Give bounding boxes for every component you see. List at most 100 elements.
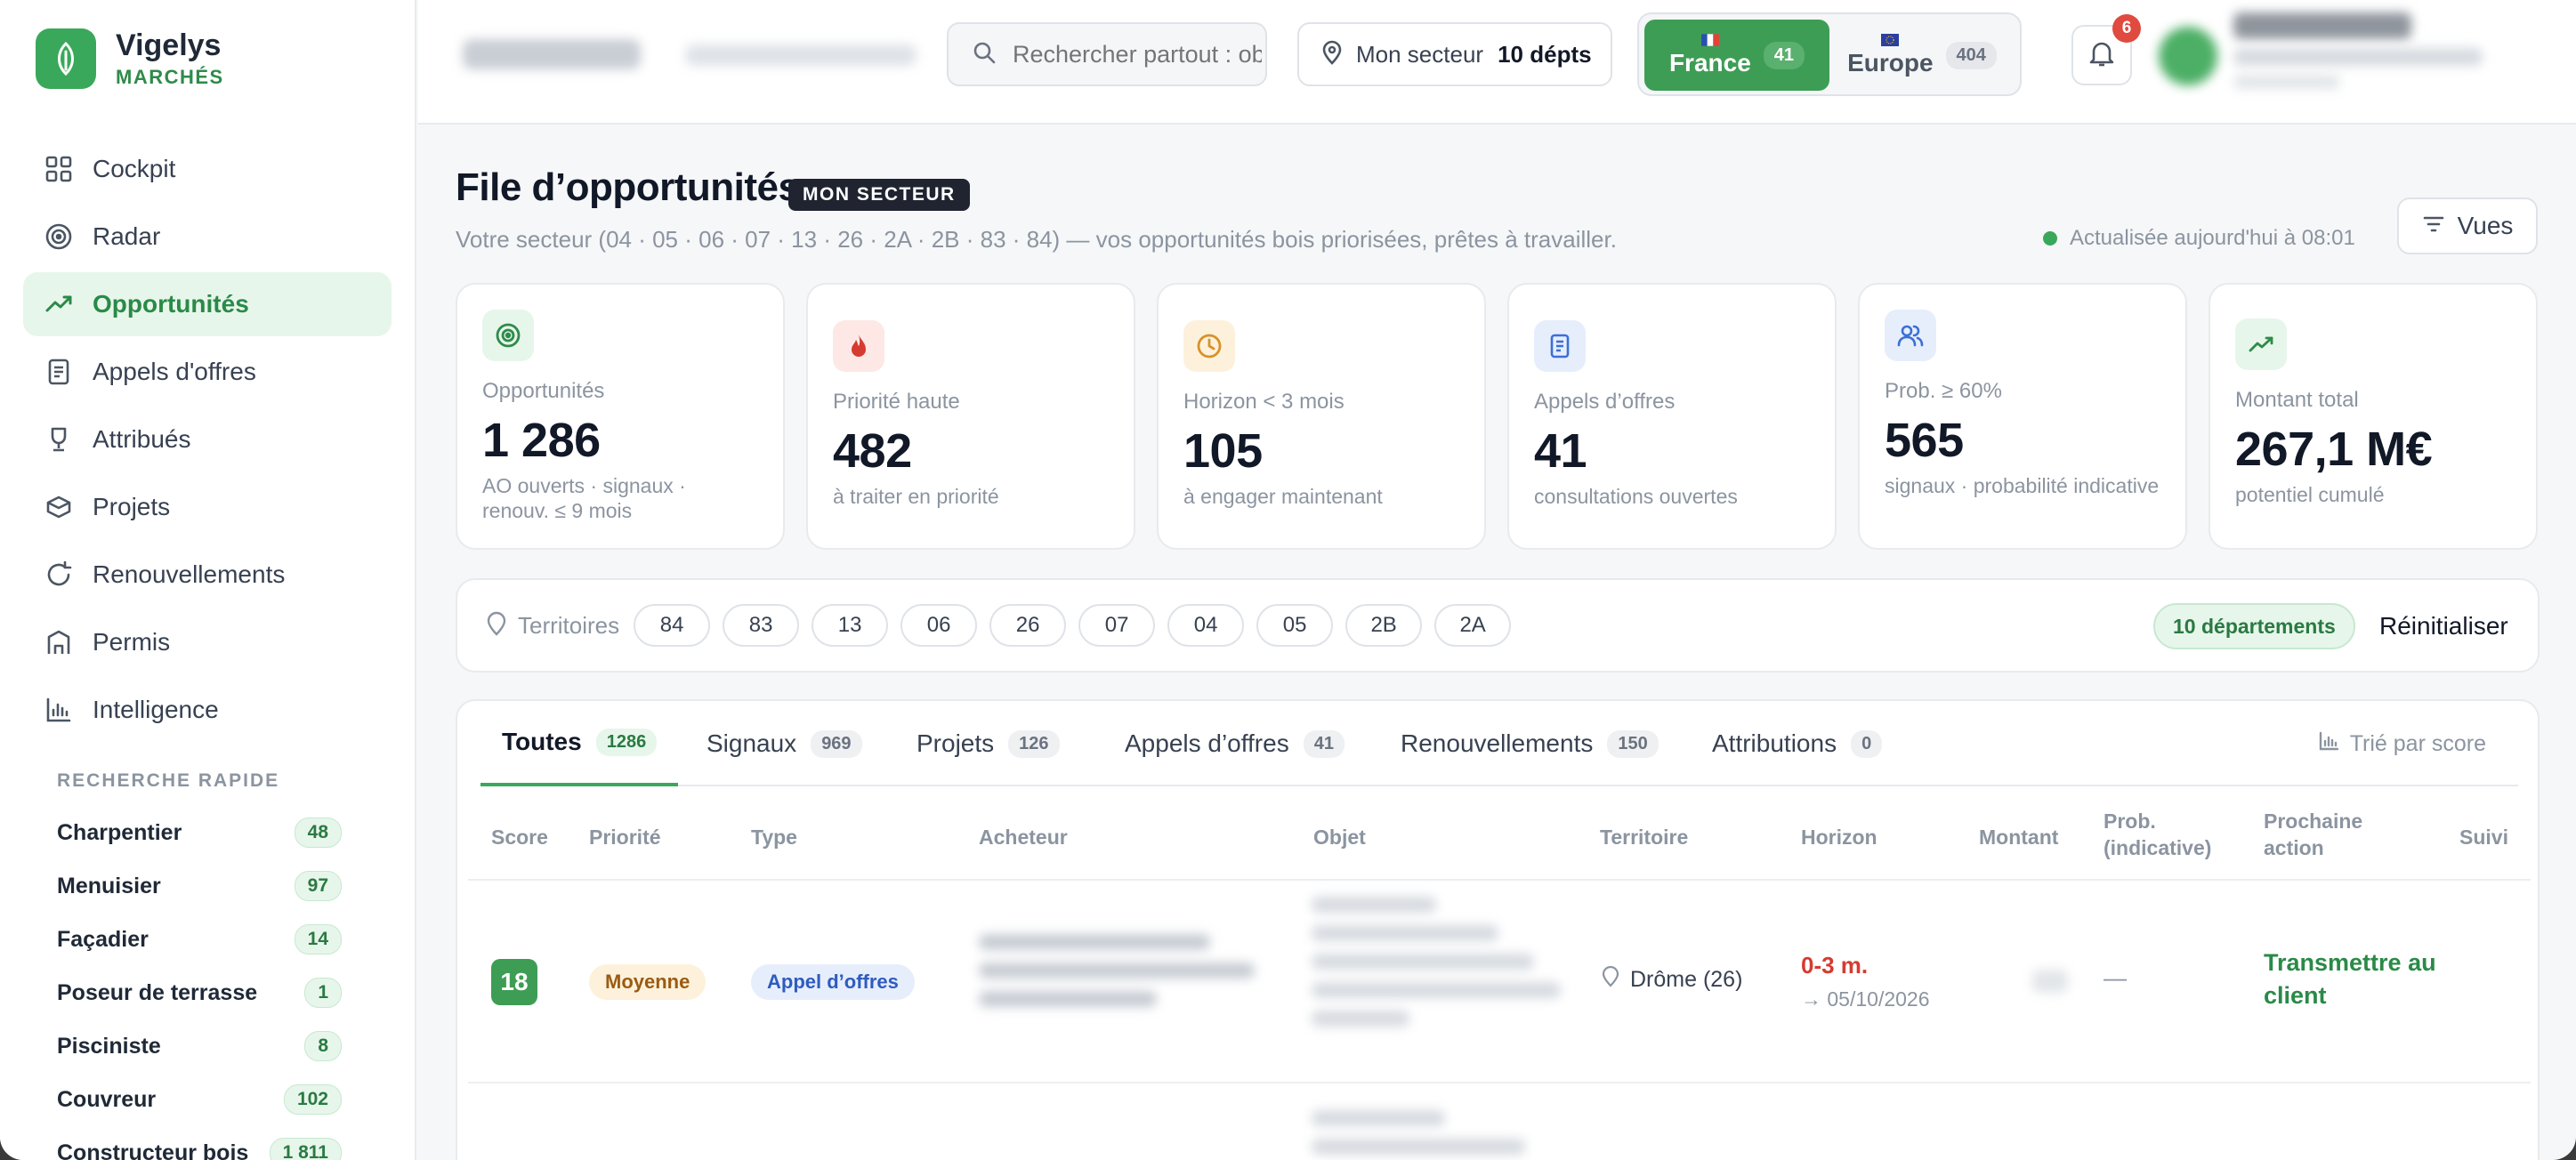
region-name: Europe xyxy=(1847,49,1934,77)
column-header-score[interactable]: Score xyxy=(491,824,548,850)
territory-chip[interactable]: 06 xyxy=(900,604,978,647)
column-header-type[interactable]: Type xyxy=(751,824,797,850)
territory-cell: Drôme (26) xyxy=(1602,965,1742,994)
kpi-description: AO ouverts · signaux · renouv. ≤ 9 mois xyxy=(482,474,686,522)
territory-chip[interactable]: 07 xyxy=(1078,604,1156,647)
nav-item-opportunites[interactable]: Opportunités xyxy=(23,272,392,336)
kpi-card-opportunites[interactable]: Opportunités 1 286 AO ouverts · signaux … xyxy=(456,283,785,550)
column-header-suivi[interactable]: Suivi xyxy=(2459,824,2508,850)
eu-flag-icon xyxy=(1881,33,1900,49)
column-header-territoire[interactable]: Territoire xyxy=(1600,824,1688,850)
kpi-value: 41 xyxy=(1534,424,1587,478)
quick-search-item[interactable]: Charpentier 48 xyxy=(39,806,359,859)
sector-label: Mon secteur xyxy=(1356,40,1484,68)
page-title: File d’opportunités xyxy=(456,165,800,209)
nav-item-projets[interactable]: Projets xyxy=(23,475,392,539)
views-button[interactable]: Vues xyxy=(2397,197,2538,254)
sort-indicator[interactable]: Trié par score xyxy=(2318,731,2486,757)
column-header-horizon[interactable]: Horizon xyxy=(1801,824,1877,850)
territory-chip[interactable]: 84 xyxy=(634,604,711,647)
map-pin-icon xyxy=(486,611,507,640)
kpi-label: Prob. ≥ 60% xyxy=(1885,379,2002,403)
quick-search-item[interactable]: Constructeur bois 1 811 xyxy=(39,1126,359,1160)
quick-search-item[interactable]: Façadier 14 xyxy=(39,913,359,966)
nav-label: Renouvellements xyxy=(93,560,286,588)
trend-icon xyxy=(43,288,75,320)
quick-search-item[interactable]: Pisciniste 8 xyxy=(39,1019,359,1073)
tab-label: Signaux xyxy=(707,729,797,757)
quick-search-item[interactable]: Couvreur 102 xyxy=(39,1073,359,1126)
tab-appels-offres[interactable]: Appels d’offres 41 xyxy=(1103,701,1366,786)
reset-filters-button[interactable]: Réinitialiser xyxy=(2379,612,2508,640)
kpi-description: à traiter en priorité xyxy=(833,485,999,508)
breadcrumb-blurred xyxy=(463,39,641,69)
tabs: Toutes 1286 Signaux 969 Projets 126 Appels … xyxy=(480,701,2518,786)
nav-item-permis[interactable]: Permis xyxy=(23,610,392,674)
avatar[interactable] xyxy=(2159,27,2217,85)
territory-chip[interactable]: 04 xyxy=(1167,604,1245,647)
priority-badge: Moyenne xyxy=(589,964,707,1000)
search-input[interactable] xyxy=(1013,40,1262,68)
refresh-icon xyxy=(43,559,75,591)
quick-search-item[interactable]: Poseur de terrasse 1 xyxy=(39,966,359,1019)
global-search[interactable] xyxy=(947,22,1267,86)
column-header-objet[interactable]: Objet xyxy=(1313,824,1366,850)
nav-item-radar[interactable]: Radar xyxy=(23,205,392,269)
main-nav: Cockpit Radar Opportunités Appels d'offr… xyxy=(23,137,392,745)
nav-label: Cockpit xyxy=(93,155,176,182)
target-icon xyxy=(482,310,534,361)
quick-search-item[interactable]: Menuisier 97 xyxy=(39,859,359,913)
region-europe-button[interactable]: Europe 404 xyxy=(1829,20,2015,91)
region-france-button[interactable]: France 41 xyxy=(1644,20,1829,91)
tab-signaux[interactable]: Signaux 969 xyxy=(685,701,884,786)
kpi-card-montant-total[interactable]: Montant total 267,1 M€ potentiel cumulé xyxy=(2209,283,2538,550)
nav-item-intelligence[interactable]: Intelligence xyxy=(23,678,392,742)
nav-label: Attribués xyxy=(93,425,191,453)
region-count: 41 xyxy=(1763,41,1805,69)
kpi-card-appels-offres[interactable]: Appels d’offres 41 consultations ouverte… xyxy=(1507,283,1837,550)
nav-item-cockpit[interactable]: Cockpit xyxy=(23,137,392,201)
notification-count-badge: 6 xyxy=(2112,14,2141,43)
territory-chip[interactable]: 2B xyxy=(1345,604,1423,647)
status-dot-icon xyxy=(2043,231,2057,246)
column-header-montant[interactable]: Montant xyxy=(1979,824,2058,850)
nav-label: Radar xyxy=(93,222,161,250)
nav-item-renouvellements[interactable]: Renouvellements xyxy=(23,543,392,607)
territory-chip[interactable]: 83 xyxy=(723,604,800,647)
target-icon xyxy=(43,221,75,253)
kpi-card-probabilite[interactable]: Prob. ≥ 60% 565 signaux · probabilité in… xyxy=(1858,283,2187,550)
tab-toutes[interactable]: Toutes 1286 xyxy=(480,701,679,786)
clock-icon xyxy=(1183,320,1235,372)
territory-chip[interactable]: 13 xyxy=(812,604,889,647)
tab-renouvellements[interactable]: Renouvellements 150 xyxy=(1379,701,1680,786)
tab-label: Renouvellements xyxy=(1401,729,1594,757)
next-action-link[interactable]: Transmettre au client xyxy=(2264,947,2442,1012)
territory-chip[interactable]: 2A xyxy=(1434,604,1512,647)
brand[interactable]: Vigelys MARCHÉS xyxy=(36,28,224,89)
kpi-card-horizon[interactable]: Horizon < 3 mois 105 à engager maintenan… xyxy=(1157,283,1486,550)
sector-selector[interactable]: Mon secteur 10 dépts xyxy=(1297,22,1612,86)
nav-label: Permis xyxy=(93,628,171,656)
territory-chip[interactable]: 05 xyxy=(1256,604,1334,647)
nav-item-attribues[interactable]: Attribués xyxy=(23,407,392,471)
column-header-priorite[interactable]: Priorité xyxy=(589,824,661,850)
column-header-acheteur[interactable]: Acheteur xyxy=(979,824,1068,850)
tab-count: 0 xyxy=(1851,729,1883,758)
tab-projets[interactable]: Projets 126 xyxy=(895,701,1081,786)
kpi-description: consultations ouvertes xyxy=(1534,485,1738,508)
trend-icon xyxy=(2235,318,2287,370)
opportunities-table-card: Toutes 1286 Signaux 969 Projets 126 Appels … xyxy=(456,699,2540,1160)
nav-item-appels-offres[interactable]: Appels d'offres xyxy=(23,340,392,404)
kpi-label: Appels d’offres xyxy=(1534,390,1676,414)
tab-count: 969 xyxy=(811,729,862,758)
column-header-prochaine-action[interactable]: Prochaine action xyxy=(2264,808,2388,861)
kpi-description: à engager maintenant xyxy=(1183,485,1383,508)
filter-lines-icon xyxy=(2422,214,2445,238)
tab-attributions[interactable]: Attributions 0 xyxy=(1691,701,1903,786)
column-header-probabilite[interactable]: Prob. (indicative) xyxy=(2104,808,2237,861)
territory-chip[interactable]: 26 xyxy=(989,604,1067,647)
kpi-value: 267,1 M€ xyxy=(2235,423,2433,476)
probability-value: — xyxy=(2104,964,2127,991)
kpi-card-priorite-haute[interactable]: Priorité haute 482 à traiter en priorité xyxy=(806,283,1135,550)
tab-count: 1286 xyxy=(595,728,658,756)
